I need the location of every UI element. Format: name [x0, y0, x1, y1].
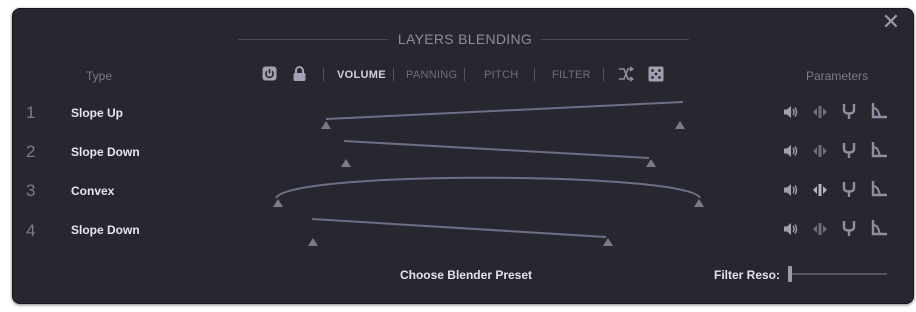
blend-start-handle	[321, 121, 331, 129]
speaker-icon[interactable]	[783, 105, 799, 119]
blend-curves	[273, 101, 704, 246]
blend-curve-4	[311, 218, 607, 238]
blend-curve-2	[343, 140, 650, 159]
filter-icon[interactable]	[871, 219, 888, 236]
pan-icon[interactable]	[812, 144, 828, 158]
filter-icon[interactable]	[871, 141, 888, 158]
blend-start-handle	[341, 159, 351, 167]
blend-end-handle	[646, 159, 656, 167]
blend-curve-1	[325, 101, 684, 120]
blend-end-handle	[694, 199, 704, 207]
filter-reso-label: Filter Reso:	[714, 268, 781, 282]
blend-curve-3	[275, 176, 701, 199]
pan-icon[interactable]	[812, 183, 828, 197]
filter-reso-slider-handle[interactable]	[788, 266, 792, 282]
filter-reso-slider-track[interactable]	[789, 273, 887, 275]
choose-blender-preset-button[interactable]: Choose Blender Preset	[366, 268, 566, 282]
speaker-icon[interactable]	[783, 144, 799, 158]
filter-icon[interactable]	[871, 180, 888, 197]
pitch-fork-icon[interactable]	[842, 142, 856, 159]
speaker-icon[interactable]	[783, 183, 799, 197]
filter-icon[interactable]	[871, 102, 888, 119]
blend-end-handle	[603, 238, 613, 246]
speaker-icon[interactable]	[783, 222, 799, 236]
blend-start-handle	[273, 199, 283, 207]
blend-end-handle	[675, 121, 685, 129]
pan-icon[interactable]	[812, 222, 828, 236]
pitch-fork-icon[interactable]	[842, 220, 856, 237]
pitch-fork-icon[interactable]	[842, 181, 856, 198]
blend-start-handle	[308, 238, 318, 246]
pan-icon[interactable]	[812, 105, 828, 119]
pitch-fork-icon[interactable]	[842, 103, 856, 120]
